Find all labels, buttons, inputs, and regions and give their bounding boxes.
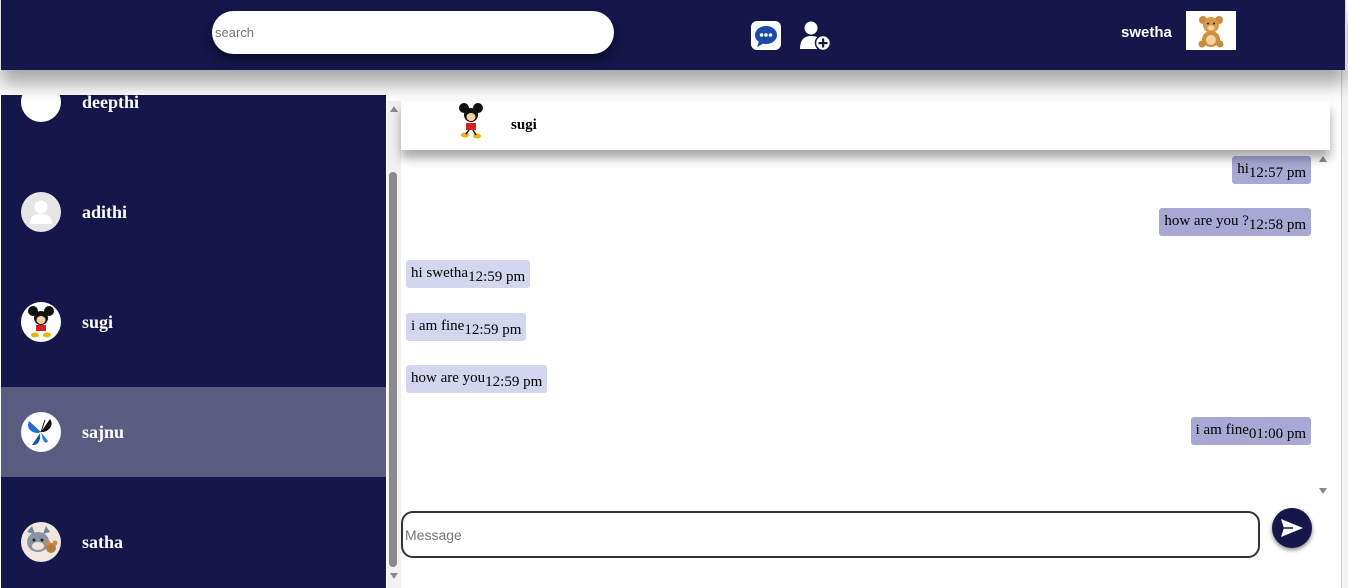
chat-pane-scrollbar[interactable] — [387, 101, 401, 588]
message-text: hi swetha — [411, 265, 469, 281]
message-bubble-incoming: hi swetha12:59 pm — [406, 260, 531, 288]
contact-item-deepthi[interactable]: deepthi — [1, 95, 386, 147]
contact-item-adithi[interactable]: adithi — [1, 167, 386, 257]
message-time: 01:00 pm — [1248, 426, 1306, 442]
chat-bubble-icon[interactable] — [751, 21, 781, 50]
mickey-avatar — [21, 302, 61, 342]
tom-jerry-avatar — [21, 522, 61, 562]
message-time: 12:57 pm — [1248, 165, 1306, 181]
scroll-up-arrow-icon[interactable] — [1319, 156, 1327, 162]
blank-avatar — [21, 95, 61, 122]
message-input[interactable] — [403, 513, 1245, 556]
message-input-box[interactable] — [401, 511, 1260, 558]
message-text: how are you — [411, 370, 486, 386]
message-list-scrollbar[interactable] — [1316, 150, 1330, 495]
message-bubble-incoming: i am fine12:59 pm — [406, 313, 527, 341]
message-text: i am fine — [1195, 422, 1249, 438]
contact-item-sajnu[interactable]: sajnu — [1, 387, 386, 477]
message-text: i am fine — [411, 318, 465, 334]
default-user-avatar — [21, 192, 61, 232]
send-icon — [1281, 519, 1303, 537]
butterfly-avatar — [21, 412, 61, 452]
contact-name: deepthi — [82, 95, 140, 112]
message-bubble-incoming: how are you12:59 pm — [406, 365, 548, 393]
scrollbar-thumb[interactable] — [389, 172, 397, 567]
top-header: swetha — [0, 0, 1346, 70]
contact-item-sugi[interactable]: sugi — [1, 277, 386, 367]
contact-name: satha — [82, 531, 124, 552]
window-edge — [1341, 70, 1348, 588]
send-button[interactable] — [1272, 508, 1312, 548]
contact-name: sugi — [82, 311, 114, 332]
mickey-avatar — [456, 101, 486, 141]
scroll-down-arrow-icon[interactable] — [390, 573, 398, 579]
message-time: 12:58 pm — [1248, 217, 1306, 233]
message-time: 12:59 pm — [485, 374, 543, 390]
chat-contact-name: sugi — [511, 117, 537, 133]
message-bubble-outgoing: how are you ?12:58 pm — [1159, 208, 1311, 236]
message-bubble-outgoing: hi12:57 pm — [1232, 156, 1311, 184]
contact-item-satha[interactable]: satha — [1, 497, 386, 587]
scroll-up-arrow-icon[interactable] — [390, 106, 398, 112]
message-text: how are you ? — [1164, 213, 1249, 229]
current-user-name: swetha — [1121, 24, 1172, 41]
message-list: hi12:57 pm how are you ?12:58 pm hi swet… — [401, 150, 1316, 495]
message-time: 12:59 pm — [468, 269, 526, 285]
add-user-icon[interactable] — [799, 20, 833, 52]
search-input[interactable] — [212, 11, 595, 54]
message-text: hi — [1237, 161, 1249, 177]
scroll-down-arrow-icon[interactable] — [1319, 488, 1327, 494]
message-time: 12:59 pm — [464, 322, 522, 338]
contact-name: adithi — [82, 201, 128, 222]
contact-name: sajnu — [82, 421, 125, 442]
search-box[interactable] — [212, 11, 614, 54]
chat-header: sugi — [401, 101, 1330, 150]
teddy-bear-avatar[interactable] — [1186, 11, 1236, 50]
contact-list: deepthi adithi sugi sajnu satha — [1, 95, 386, 588]
message-bubble-outgoing: i am fine01:00 pm — [1190, 417, 1311, 445]
